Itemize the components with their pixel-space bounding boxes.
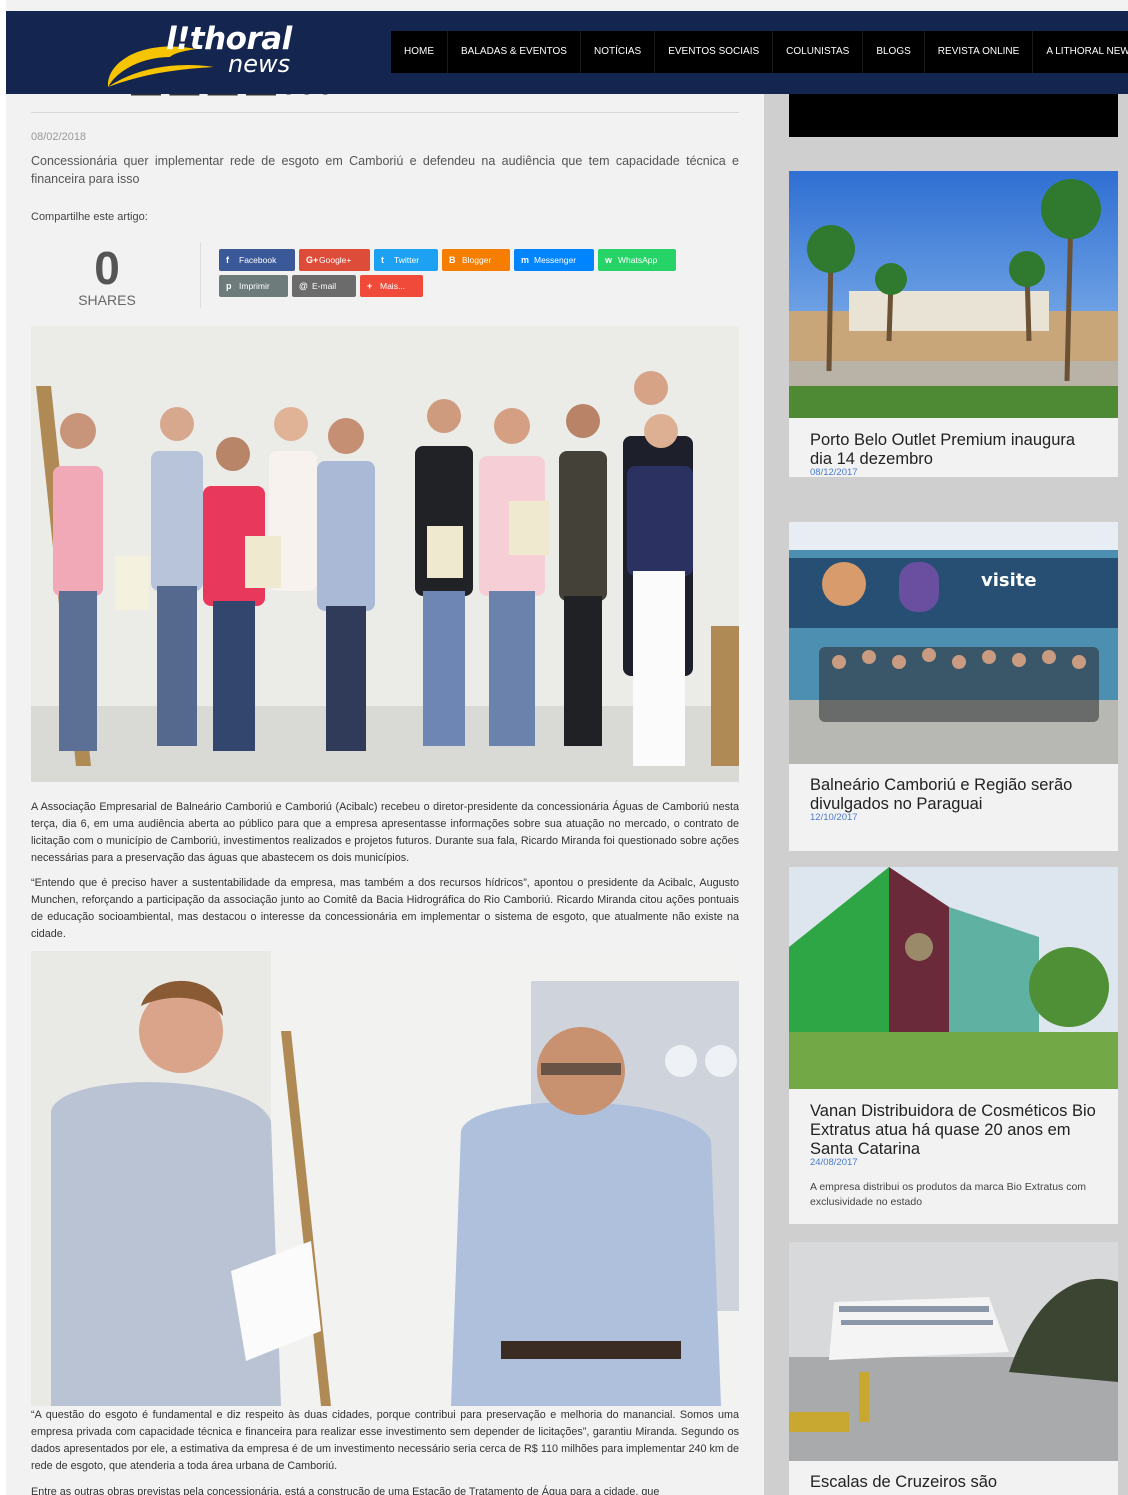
sidebar-ad-banner[interactable] <box>789 94 1118 137</box>
card-excerpt: A empresa distribui os produtos da marca… <box>810 1181 1087 1208</box>
article-paragraph-2: “Entendo que é preciso haver a sustentab… <box>31 877 739 940</box>
facebook-icon: f <box>226 255 229 265</box>
article-date: 08/02/2018 <box>31 131 87 143</box>
email-icon: @ <box>299 281 308 291</box>
blogger-icon: B <box>449 255 456 265</box>
nav-item-baladas[interactable]: BALADAS & EVENTOS <box>448 31 581 73</box>
share-label: Compartilhe este artigo: <box>31 211 148 223</box>
site-header: l!thoral news HOME BALADAS & EVENTOS NOT… <box>6 11 1128 94</box>
sidebar-card[interactable]: visite Balneário Camboriú e Região serão… <box>789 522 1118 851</box>
nav-item-colunistas[interactable]: COLUNISTAS <box>773 31 864 73</box>
google-plus-icon: G+ <box>306 255 319 265</box>
printer-icon: p <box>226 281 232 291</box>
nav-item-eventos-sociais[interactable]: EVENTOS SOCIAIS <box>655 31 774 73</box>
bus-visite-text: visite <box>981 570 1037 591</box>
messenger-icon: m <box>521 255 530 265</box>
card-title[interactable]: Vanan Distribuidora de Cosméticos Bio Ex… <box>810 1102 1100 1159</box>
shares-label: SHARES <box>78 292 136 308</box>
sidebar-card[interactable]: Vanan Distribuidora de Cosméticos Bio Ex… <box>789 867 1118 1224</box>
card-title[interactable]: Balneário Camboriú e Região serão divulg… <box>810 776 1100 814</box>
print-button[interactable]: p Imprimir <box>219 275 288 297</box>
email-button[interactable]: @ E-mail <box>292 275 356 297</box>
article-paragraph-4: Entre as outras obras previstas pela con… <box>31 1486 660 1495</box>
nav-item-home[interactable]: HOME <box>391 31 448 73</box>
twitter-icon: t <box>381 255 384 265</box>
logo-news-text: news <box>228 50 291 78</box>
share-messenger-button[interactable]: m Messenger <box>514 249 594 271</box>
more-share-button[interactable]: + Mais... <box>360 275 423 297</box>
article-photo-group <box>31 326 739 782</box>
article-paragraph-1: A Associação Empresarial de Balneário Ca… <box>31 801 739 864</box>
card-title[interactable]: Escalas de Cruzeiros são <box>810 1473 1100 1492</box>
share-google-plus-button[interactable]: G+Google+ <box>299 249 370 271</box>
main-nav: HOME BALADAS & EVENTOS NOTÍCIAS EVENTOS … <box>391 31 1128 73</box>
sidebar-card[interactable]: Porto Belo Outlet Premium inaugura dia 1… <box>789 171 1118 478</box>
card-image-bus: visite <box>789 522 1118 764</box>
article-paragraph-3: “A questão do esgoto é fundamental e diz… <box>31 1409 739 1472</box>
share-twitter-button[interactable]: t Twitter <box>374 249 438 271</box>
article-photo-speakers <box>31 951 739 1406</box>
site-logo[interactable]: l!thoral news <box>104 17 304 89</box>
card-image-outlet <box>789 171 1118 418</box>
nav-item-noticias[interactable]: NOTÍCIAS <box>581 31 656 73</box>
share-blogger-button[interactable]: B Blogger <box>442 249 510 271</box>
shares-count: 0 <box>94 242 120 294</box>
card-image-cruise <box>789 1242 1118 1461</box>
nav-item-a-lithoral-news[interactable]: A LITHORAL NEWS <box>1033 31 1128 73</box>
share-whatsapp-button[interactable]: w WhatsApp <box>598 249 676 271</box>
plus-icon: + <box>367 281 373 291</box>
card-title[interactable]: Porto Belo Outlet Premium inaugura dia 1… <box>810 431 1100 469</box>
title-divider <box>31 112 739 113</box>
whatsapp-icon: w <box>605 255 613 265</box>
nav-item-blogs[interactable]: BLOGS <box>863 31 925 73</box>
card-date: 24/08/2017 <box>810 1157 858 1168</box>
card-date: 12/10/2017 <box>810 812 858 823</box>
share-facebook-button[interactable]: f Facebook <box>219 249 295 271</box>
share-divider <box>200 242 201 308</box>
card-date: 08/12/2017 <box>810 467 858 478</box>
nav-item-revista-online[interactable]: REVISTA ONLINE <box>925 31 1034 73</box>
card-image-building <box>789 867 1118 1089</box>
sidebar-card[interactable]: Escalas de Cruzeiros são <box>789 1242 1118 1495</box>
article-lede: Concessionária quer implementar rede de … <box>31 154 739 186</box>
